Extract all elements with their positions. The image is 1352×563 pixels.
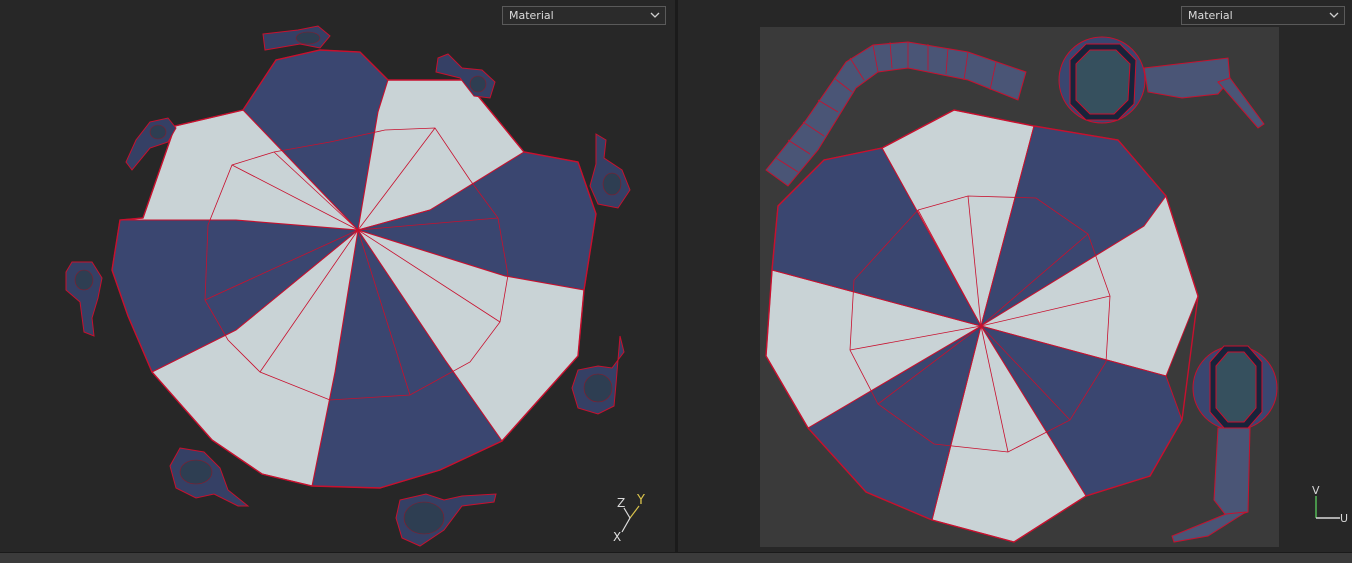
shading-mode-value: Material xyxy=(509,9,554,22)
status-bar xyxy=(0,552,1352,563)
shading-mode-dropdown[interactable]: Material xyxy=(502,6,666,25)
viewport-3d[interactable]: Z Y X Material xyxy=(0,0,675,552)
uv-layout[interactable]: V U xyxy=(678,0,1352,552)
shading-mode-value-uv: Material xyxy=(1188,9,1233,22)
viewport-uv-editor[interactable]: V U Material xyxy=(678,0,1352,552)
umbrella-3d-model[interactable]: Z Y X xyxy=(0,0,675,552)
uv-axis-label-u: U xyxy=(1340,512,1348,525)
axis-label-x: X xyxy=(613,530,621,544)
chevron-down-icon xyxy=(650,12,660,18)
shading-mode-dropdown-uv[interactable]: Material xyxy=(1181,6,1345,25)
axis-label-y: Y xyxy=(636,493,645,508)
uv-axis-label-v: V xyxy=(1312,484,1320,497)
axis-gizmo: Z Y X xyxy=(613,493,645,544)
uv-axis-gizmo: V U xyxy=(1312,484,1348,525)
chevron-down-icon xyxy=(1329,12,1339,18)
axis-label-z: Z xyxy=(617,496,625,510)
